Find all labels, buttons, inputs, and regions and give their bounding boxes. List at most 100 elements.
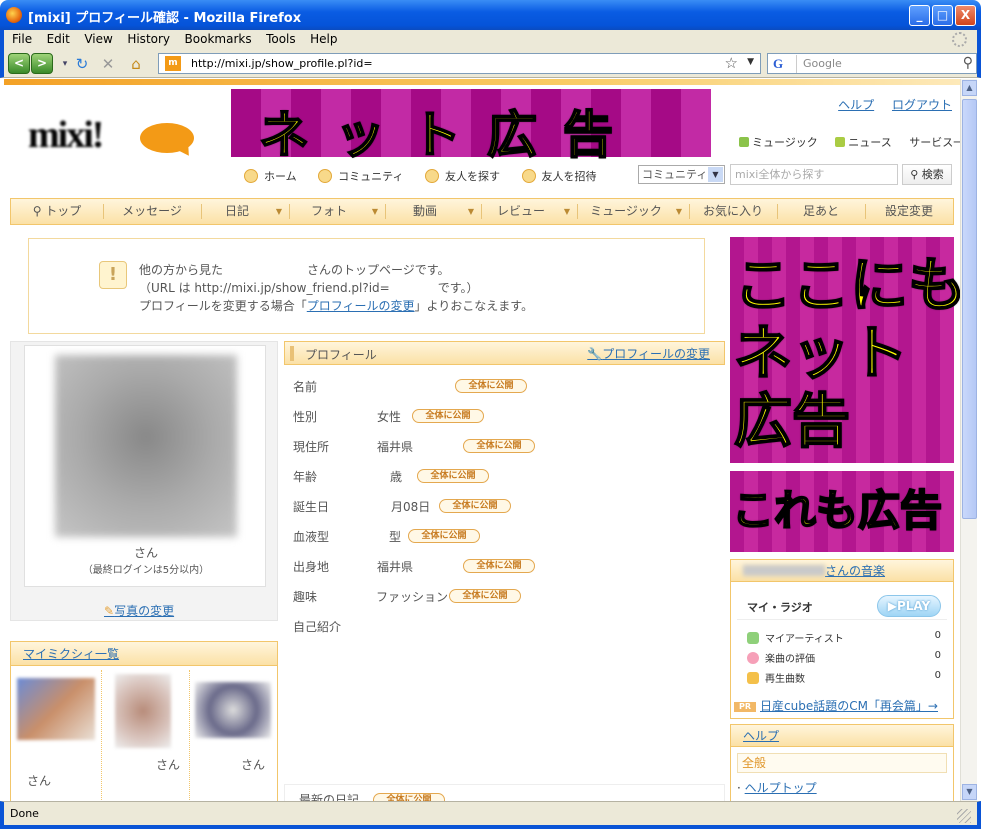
- search-icon[interactable]: ⚲: [963, 55, 973, 71]
- back-button[interactable]: <: [8, 53, 30, 74]
- music-note-icon: [739, 137, 749, 147]
- subnav-invite[interactable]: 友人を招待: [521, 169, 597, 183]
- nav-photo[interactable]: フォト: [293, 199, 365, 224]
- side-ad-banner[interactable]: ここにも ネット 広告: [730, 237, 960, 463]
- menu-file[interactable]: File: [12, 30, 32, 49]
- browser-search-box[interactable]: G Google ⚲: [767, 53, 977, 74]
- service-news[interactable]: ニュース: [835, 136, 892, 149]
- nav-review-dropdown-icon[interactable]: ▼: [559, 199, 575, 224]
- nav-footprints[interactable]: 足あと: [781, 199, 861, 224]
- side-ad-banner-2[interactable]: これも広告: [730, 471, 954, 552]
- menu-tools[interactable]: Tools: [266, 30, 296, 49]
- subnav-home[interactable]: ホーム: [244, 169, 297, 183]
- scroll-up-icon[interactable]: ▲: [962, 80, 977, 96]
- service-list[interactable]: サービス一覧: [909, 136, 960, 149]
- play-button[interactable]: ▶PLAY: [877, 595, 941, 617]
- nav-messages[interactable]: メッセージ: [107, 199, 197, 224]
- wrench-icon: ✎: [104, 604, 115, 618]
- menu-view[interactable]: View: [84, 30, 112, 49]
- search-scope-select[interactable]: コミュニティ ▼: [638, 165, 725, 184]
- profile-edit-link[interactable]: 🔧プロフィールの変更: [587, 345, 710, 362]
- url-bar[interactable]: m http://mixi.jp/show_profile.pl?id= ☆ ▼: [158, 53, 761, 74]
- menu-bookmarks[interactable]: Bookmarks: [185, 30, 252, 49]
- music-row-ratings[interactable]: 楽曲の評価 0: [747, 650, 947, 665]
- reload-icon[interactable]: ↻: [72, 54, 92, 74]
- top-ad-banner[interactable]: ネット広告: [231, 89, 711, 165]
- artist-icon: [747, 632, 759, 644]
- profile-notice: ! 他の方から見た さんのトップページです。 （URL は http://mix…: [28, 238, 705, 334]
- nav-photo-dropdown-icon[interactable]: ▼: [367, 199, 383, 224]
- scroll-down-icon[interactable]: ▼: [962, 784, 977, 800]
- profile-row-intro: 自己紹介: [293, 618, 341, 635]
- service-music[interactable]: ミュージック: [739, 136, 818, 149]
- profile-edit-link[interactable]: プロフィールの変更: [307, 299, 415, 313]
- search-engine-icon[interactable]: G: [771, 55, 797, 73]
- ad-text-3: 広告: [733, 386, 851, 456]
- subnav-find-friends[interactable]: 友人を探す: [425, 169, 500, 183]
- vertical-scrollbar[interactable]: ▲ ▼: [960, 79, 977, 801]
- nav-favorites[interactable]: お気に入り: [693, 199, 773, 224]
- friend-name-2[interactable]: さん: [156, 756, 180, 773]
- nav-divider: [865, 204, 866, 219]
- photo-change-label: 写真の変更: [114, 604, 175, 618]
- friend-name-1[interactable]: さん: [27, 772, 51, 789]
- nav-music-dropdown-icon[interactable]: ▼: [671, 199, 687, 224]
- home-icon[interactable]: ⌂: [126, 54, 146, 74]
- mail-icon: [521, 169, 536, 183]
- help-link[interactable]: ヘルプ: [838, 98, 874, 112]
- minimize-button[interactable]: _: [909, 5, 930, 26]
- nav-review[interactable]: レビュー: [485, 199, 557, 224]
- profile-photo[interactable]: [55, 355, 237, 537]
- maximize-button[interactable]: □: [932, 5, 953, 26]
- pr-ad-link[interactable]: 日産cube話題のCM「再会篇」→: [760, 699, 938, 713]
- music-row-count: 0: [934, 670, 941, 681]
- nav-video-dropdown-icon[interactable]: ▼: [463, 199, 479, 224]
- nav-settings[interactable]: 設定変更: [869, 199, 949, 224]
- site-search-input[interactable]: mixi全体から探す: [730, 164, 898, 185]
- profile-name: さん: [133, 546, 158, 560]
- friend-photo-1[interactable]: [17, 678, 95, 740]
- latest-diary-panel: 最新の日記 全体に公開: [284, 784, 725, 801]
- url-text[interactable]: http://mixi.jp/show_profile.pl?id=: [191, 57, 373, 70]
- friend-name-3[interactable]: さん: [241, 756, 265, 773]
- window-title: [mixi] プロフィール確認 - Mozilla Firefox: [28, 11, 302, 26]
- music-row-plays[interactable]: 再生曲数 0: [747, 670, 947, 685]
- site-search-button[interactable]: ⚲ 検索: [902, 164, 952, 185]
- help-top-link[interactable]: ヘルプトップ: [745, 781, 817, 795]
- row-value: 福井県: [377, 440, 414, 454]
- profile-row-birthday: 誕生日 月08日 全体に公開: [293, 498, 511, 515]
- bookmark-star-icon[interactable]: ☆: [725, 54, 738, 72]
- logout-link[interactable]: ログアウト: [892, 98, 952, 112]
- friend-photo-2[interactable]: [115, 674, 171, 748]
- nav-diary-dropdown-icon[interactable]: ▼: [271, 199, 287, 224]
- menu-edit[interactable]: Edit: [47, 30, 70, 49]
- stop-icon[interactable]: ✕: [98, 54, 118, 74]
- exclamation-icon: !: [99, 261, 127, 289]
- menu-help[interactable]: Help: [310, 30, 337, 49]
- browser-search-input[interactable]: Google: [803, 57, 842, 70]
- forward-button[interactable]: >: [31, 53, 53, 74]
- photo-change-link[interactable]: ✎写真の変更: [104, 602, 174, 619]
- music-header[interactable]: さんの音楽: [731, 560, 953, 582]
- profile-header: プロフィール 🔧プロフィールの変更: [284, 341, 725, 365]
- music-panel: さんの音楽 マイ・ラジオ ▶PLAY マイアーティスト 0 楽曲の評価 0 再生曲数…: [730, 559, 954, 719]
- nav-divider: [689, 204, 690, 219]
- wrench-icon: 🔧: [587, 347, 603, 361]
- nav-music[interactable]: ミュージック: [581, 199, 671, 224]
- help-title-link[interactable]: ヘルプ: [743, 729, 779, 743]
- resize-grip-icon[interactable]: [957, 809, 971, 823]
- mixi-logo[interactable]: mixi!: [28, 109, 204, 169]
- public-badge: 全体に公開: [449, 589, 521, 603]
- subnav-community[interactable]: コミュニティ: [318, 169, 404, 183]
- mymixi-title-link[interactable]: マイミクシィ一覧: [23, 647, 119, 661]
- chevron-down-icon[interactable]: ▼: [708, 167, 723, 182]
- nav-video[interactable]: 動画: [389, 199, 461, 224]
- music-row-artists[interactable]: マイアーティスト 0: [747, 630, 947, 645]
- close-button[interactable]: X: [955, 5, 976, 26]
- url-dropdown-icon[interactable]: ▼: [747, 57, 754, 67]
- scroll-thumb[interactable]: [962, 99, 977, 519]
- menu-history[interactable]: History: [127, 30, 170, 49]
- nav-diary[interactable]: 日記: [205, 199, 269, 224]
- friend-photo-3[interactable]: [195, 682, 271, 738]
- nav-top[interactable]: ⚲ トップ: [17, 199, 97, 224]
